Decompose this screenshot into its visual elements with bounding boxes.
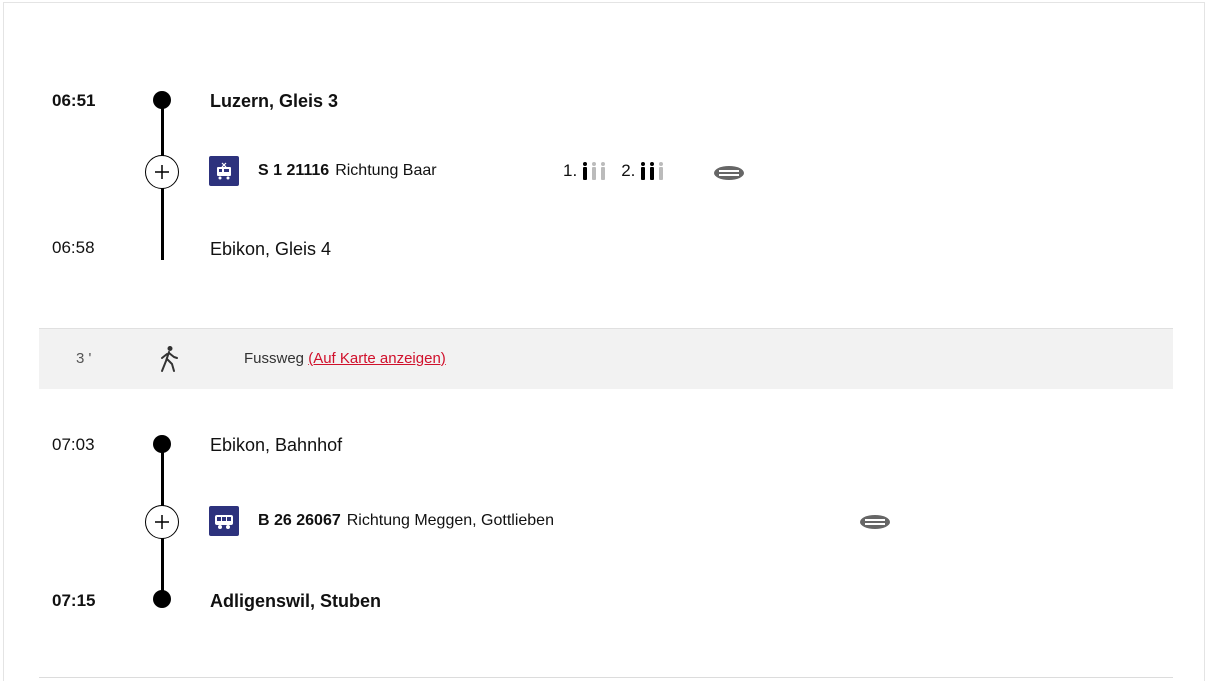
walk-section [39,328,1173,389]
departure-time: 06:51 [52,91,96,110]
stop-dot [153,435,171,453]
walk-info: Fussweg (Auf Karte anzeigen) [244,350,446,367]
line-description: B 26 26067 Richtung Meggen, Gottlieben [258,511,554,531]
stop-dot [153,91,171,109]
divider [39,677,1173,678]
line-number: B 26 26067 [258,512,341,529]
walking-person-icon [161,346,178,372]
departure-stop: Luzern, Gleis 3 [210,91,339,111]
plus-icon [155,165,169,179]
stop-dot [153,590,171,608]
departure-time: 07:03 [52,435,95,454]
face-mask-icon [714,166,744,180]
train-icon [209,156,239,186]
arrival-time: 06:58 [52,238,95,257]
direction: Richtung Baar [335,162,437,179]
arrival-stop: Adligenswil, Stuben [210,591,382,611]
direction: Richtung Meggen, Gottlieben [346,512,554,529]
occupancy-first-class-icon [583,162,606,180]
occupancy-second-class-icon [641,162,664,180]
plus-icon [155,515,169,529]
expand-stops-button[interactable] [145,505,179,539]
first-class-label: 1. [563,161,578,180]
face-mask-icon [860,515,890,529]
show-on-map-link[interactable]: (Auf Karte anzeigen) [308,350,446,367]
departure-stop: Ebikon, Bahnhof [210,435,343,455]
second-class-label: 2. [621,161,636,180]
arrival-stop: Ebikon, Gleis 4 [210,239,332,259]
arrival-time: 07:15 [52,591,96,610]
bus-icon [209,506,239,536]
walk-label: Fussweg [244,350,305,367]
expand-stops-button[interactable] [145,155,179,189]
line-description: S 1 21116 Richtung Baar [258,161,437,181]
line-number: S 1 21116 [258,162,330,179]
walk-duration: 3 ' [76,350,92,367]
occupancy-indicator: 1. 2. [563,161,665,181]
